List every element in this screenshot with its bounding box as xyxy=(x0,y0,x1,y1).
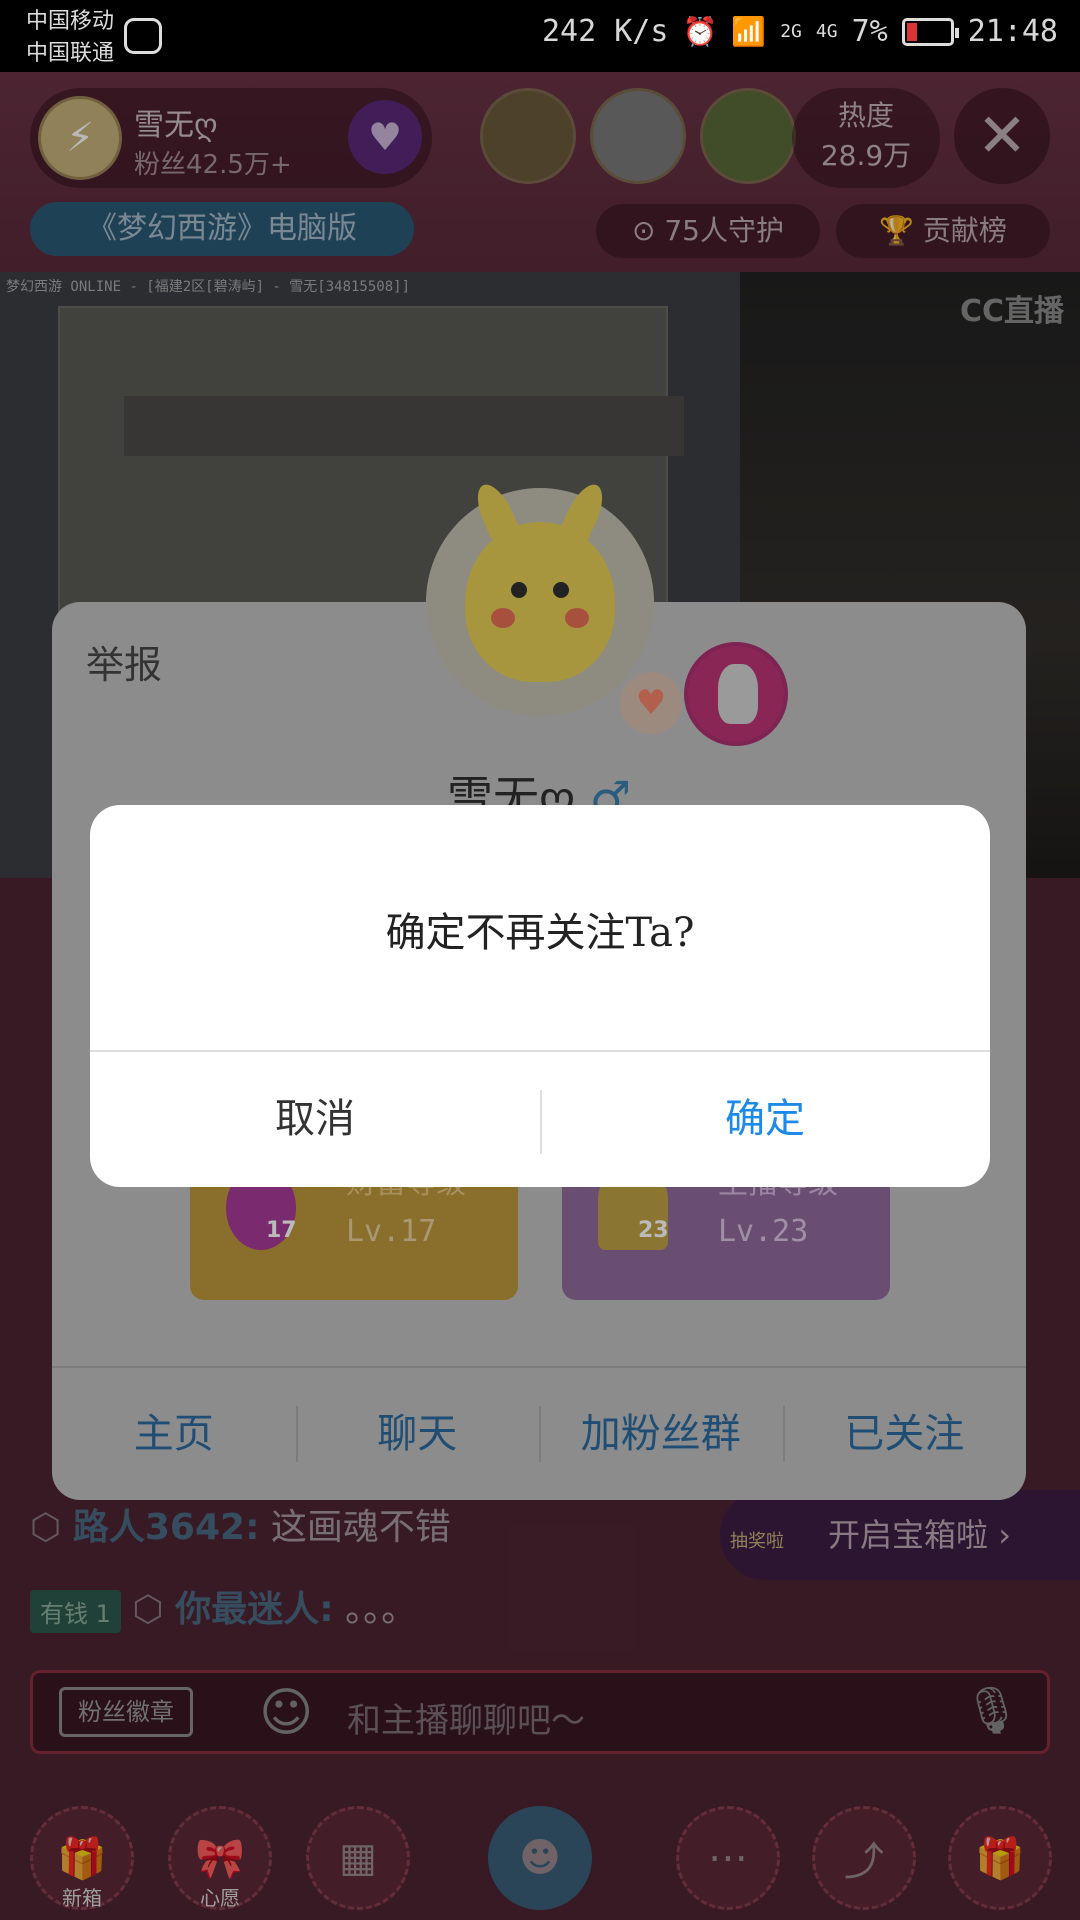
signal-2g-label: 2G xyxy=(780,21,802,42)
wealth-level-value: Lv.17 xyxy=(346,1214,437,1249)
confirm-button[interactable]: 确定 xyxy=(540,1052,990,1187)
card-actions: 主页 聊天 加粉丝群 已关注 xyxy=(52,1368,1026,1500)
homepage-button[interactable]: 主页 xyxy=(52,1368,296,1500)
anchor-level-value: Lv.23 xyxy=(718,1214,809,1249)
dialog-message: 确定不再关注Ta? xyxy=(385,910,695,956)
dialog-buttons: 取消 确定 xyxy=(90,1052,990,1187)
unfollow-confirm-dialog: 确定不再关注Ta? 取消 确定 xyxy=(90,805,990,1187)
clock: 21:48 xyxy=(967,14,1058,49)
followed-button[interactable]: 已关注 xyxy=(782,1368,1027,1500)
wealth-badge-number: 17 xyxy=(266,1218,297,1243)
report-button[interactable]: 举报 xyxy=(86,634,162,689)
status-bar: 中国移动 中国联通 242 K/s ⏰ 📶 2G 4G 7% 21:48 xyxy=(0,0,1080,72)
notification-app-icon xyxy=(124,18,162,54)
net-speed: 242 K/s xyxy=(542,14,669,49)
carrier-2: 中国联通 xyxy=(26,41,115,66)
battery-icon xyxy=(901,17,959,46)
carrier-names: 中国移动 中国联通 xyxy=(26,6,114,70)
cancel-button[interactable]: 取消 xyxy=(90,1052,540,1187)
alarm-icon: ⏰ xyxy=(682,15,718,48)
chat-button[interactable]: 聊天 xyxy=(295,1368,540,1500)
carrier-1: 中国移动 xyxy=(26,9,115,34)
guardian-avatar[interactable] xyxy=(684,642,788,746)
signal-4g-label: 4G xyxy=(815,21,838,42)
profile-avatar xyxy=(426,478,654,716)
wifi-icon: 📶 xyxy=(731,15,767,48)
join-fan-group-button[interactable]: 加粉丝群 xyxy=(539,1368,783,1500)
pikachu-avatar-icon xyxy=(465,478,615,682)
status-right: 242 K/s ⏰ 📶 2G 4G 7% 21:48 xyxy=(542,14,1058,49)
heartbeat-icon: ♥ xyxy=(620,672,682,734)
anchor-badge-number: 23 xyxy=(638,1218,669,1243)
battery-percent: 7% xyxy=(851,14,888,49)
